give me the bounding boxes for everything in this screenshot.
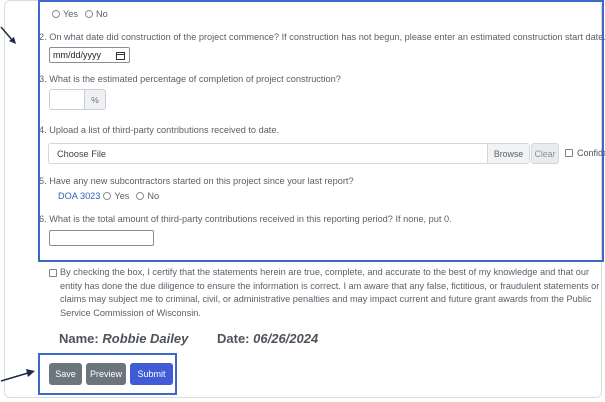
confidential-checkbox[interactable] xyxy=(565,149,573,157)
completion-percent-group: % xyxy=(49,89,106,110)
confidential-label: Confidential xyxy=(577,148,605,158)
q1-radio-group: Yes No xyxy=(52,9,108,19)
q5-no-radio[interactable] xyxy=(136,192,145,200)
q6-question: 6. What is the total amount of third-par… xyxy=(39,214,452,224)
signature-name: Name: Robbie Dailey xyxy=(59,331,188,346)
q5-no-label: No xyxy=(147,191,160,201)
submit-button[interactable]: Submit xyxy=(130,363,173,385)
doa-3023-link[interactable]: DOA 3023 xyxy=(58,191,100,201)
certification-checkbox[interactable] xyxy=(49,269,57,277)
q2-question: 2. On what date did construction of the … xyxy=(39,32,605,42)
q1-yes-label: Yes xyxy=(63,9,78,19)
calendar-icon[interactable] xyxy=(116,51,125,60)
date-label: Date: xyxy=(217,331,250,346)
clear-button[interactable]: Clear xyxy=(531,143,559,164)
q5-yes-radio[interactable] xyxy=(103,192,112,200)
percent-addon: % xyxy=(84,89,106,110)
q3-question: 3. What is the estimated percentage of c… xyxy=(39,74,341,84)
preview-button[interactable]: Preview xyxy=(86,363,126,385)
certification-text: By checking the box, I certify that the … xyxy=(60,267,600,318)
contributions-amount-input[interactable] xyxy=(49,230,154,246)
q1-no-label: No xyxy=(96,9,108,19)
q5-question: 5. Have any new subcontractors started o… xyxy=(39,176,354,186)
q5-yes-label: Yes xyxy=(114,191,130,201)
q5-radio-group: DOA 3023 Yes No xyxy=(58,191,159,201)
choose-file-label: Choose File xyxy=(57,148,107,159)
date-placeholder: mm/dd/yyyy xyxy=(53,50,102,60)
browse-button[interactable]: Browse xyxy=(487,144,529,163)
file-upload-field[interactable]: Choose File Browse xyxy=(48,143,530,164)
q4-question: 4. Upload a list of third-party contribu… xyxy=(39,125,280,135)
construction-date-input[interactable]: mm/dd/yyyy xyxy=(49,47,130,63)
save-button[interactable]: Save xyxy=(49,363,82,385)
name-value: Robbie Dailey xyxy=(102,331,189,346)
signature-date: Date: 06/26/2024 xyxy=(217,331,318,346)
date-value: 06/26/2024 xyxy=(253,331,319,346)
completion-percent-input[interactable] xyxy=(49,89,84,110)
name-label: Name: xyxy=(59,331,99,346)
q1-yes-radio[interactable] xyxy=(52,10,60,18)
q1-no-radio[interactable] xyxy=(85,10,93,18)
confidential-option: Confidential xyxy=(565,148,605,158)
